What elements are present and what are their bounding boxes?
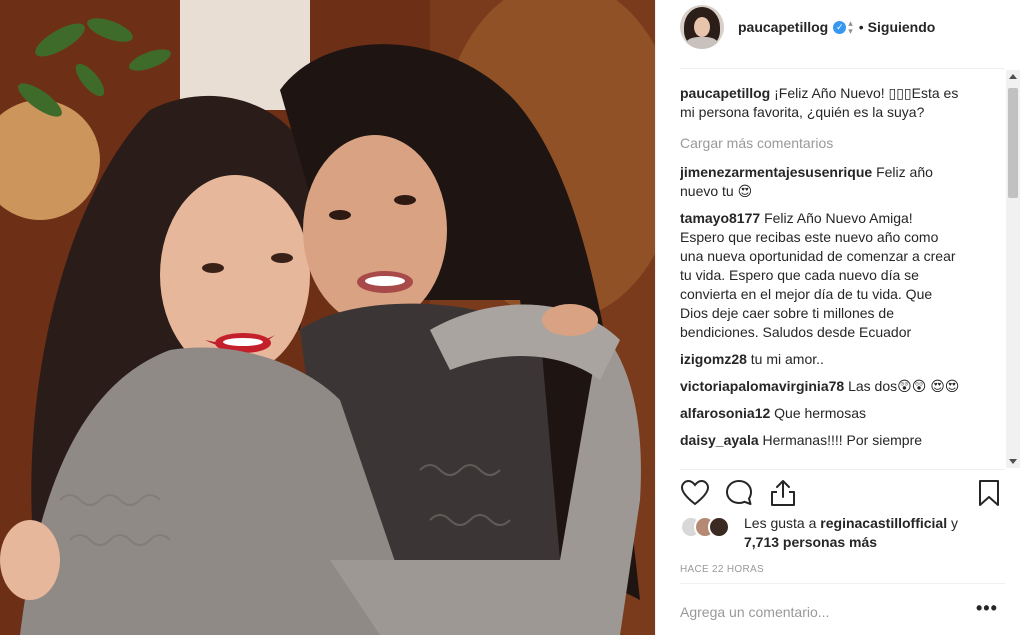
comment-item: victoriapalomavirginia78 Las dos😲😲 😍😍 ♡ <box>680 377 960 396</box>
post-photo-illustration <box>0 0 655 635</box>
comment-text: tu mi amor.. <box>750 351 824 367</box>
post-actions <box>680 478 1000 510</box>
comment-username[interactable]: tamayo8177 <box>680 210 760 226</box>
likes-and: y <box>951 515 958 531</box>
verified-icon: ✓ <box>833 20 847 34</box>
comment-item: daisy_ayala Hermanas!!!! Por siempre <box>680 431 960 450</box>
scroll-down-arrow-icon[interactable] <box>1009 459 1017 464</box>
comment-text: Que hermosas <box>774 405 866 421</box>
follow-separator: • <box>858 19 864 35</box>
likes-user-link[interactable]: reginacastillofficial <box>820 515 947 531</box>
share-icon[interactable] <box>768 478 798 508</box>
add-comment-input[interactable]: Agrega un comentario... <box>680 604 829 620</box>
liker-avatars[interactable] <box>680 516 736 540</box>
likes-count-link[interactable]: 7,713 personas más <box>744 534 877 550</box>
post-header: paucapetillog ✓ ▴ ▾ • Siguiendo <box>680 4 1010 50</box>
comments-scrollbar[interactable] <box>1006 70 1020 468</box>
scrollbar-thumb[interactable] <box>1008 88 1018 198</box>
comment-username[interactable]: victoriapalomavirginia78 <box>680 378 844 394</box>
author-username[interactable]: paucapetillog <box>738 19 828 35</box>
likes-text: Les gusta a reginacastillofficial y 7,71… <box>744 514 958 558</box>
post-caption: paucapetillog ¡Feliz Año Nuevo! ▯▯▯Esta … <box>680 84 975 122</box>
likes-prefix: Les gusta a <box>744 515 817 531</box>
comment-item: izigomz28 tu mi amor.. ♡ <box>680 350 960 369</box>
comment-item: alfarosonia12 Que hermosas ♡ <box>680 404 960 423</box>
post-photo[interactable] <box>0 0 655 635</box>
likes-summary: Les gusta a reginacastillofficial y 7,71… <box>680 514 1000 558</box>
following-button[interactable]: Siguiendo <box>868 19 936 35</box>
comment-item: jimenezarmentajesusenrique Feliz año nue… <box>680 163 960 201</box>
comment-icon[interactable] <box>724 478 754 508</box>
load-more-comments-button[interactable]: Cargar más comentarios <box>680 134 975 153</box>
comment-username[interactable]: daisy_ayala <box>680 432 759 448</box>
header-divider <box>680 68 1005 69</box>
caption-username[interactable]: paucapetillog <box>680 85 770 101</box>
caret-icon: ▴ ▾ <box>848 18 853 36</box>
actions-divider <box>680 469 1005 470</box>
author-avatar[interactable] <box>680 5 724 49</box>
scroll-up-arrow-icon[interactable] <box>1009 74 1017 79</box>
post-timestamp[interactable]: HACE 22 HORAS <box>680 564 764 575</box>
comment-username[interactable]: jimenezarmentajesusenrique <box>680 164 872 180</box>
heart-icon[interactable] <box>680 478 710 508</box>
comment-text: Las dos😲😲 😍😍 <box>848 378 960 394</box>
comments-list[interactable]: paucapetillog ¡Feliz Año Nuevo! ▯▯▯Esta … <box>680 84 975 469</box>
liker-avatar <box>708 516 730 538</box>
comment-box-divider <box>680 583 1005 584</box>
comment-text: Feliz Año Nuevo Amiga! Espero que reciba… <box>680 210 956 340</box>
bookmark-icon[interactable] <box>974 478 1004 508</box>
more-options-icon[interactable]: ••• <box>976 598 998 619</box>
comment-username[interactable]: alfarosonia12 <box>680 405 770 421</box>
comment-username[interactable]: izigomz28 <box>680 351 747 367</box>
comment-item: tamayo8177 Feliz Año Nuevo Amiga! Espero… <box>680 209 960 342</box>
post-side-panel: paucapetillog ✓ ▴ ▾ • Siguiendo paucapeti… <box>655 0 1021 635</box>
comment-text: Hermanas!!!! Por siempre <box>762 432 923 448</box>
